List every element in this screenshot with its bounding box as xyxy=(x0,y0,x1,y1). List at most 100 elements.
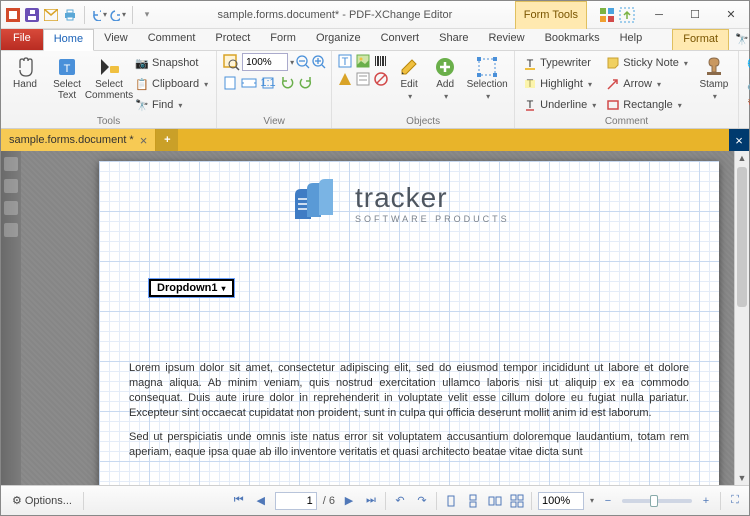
file-tab[interactable]: File xyxy=(1,29,43,50)
tab-form[interactable]: Form xyxy=(260,29,306,50)
scroll-down-icon[interactable]: ▼ xyxy=(735,471,749,485)
underline-button[interactable]: TUnderline xyxy=(520,95,599,115)
tab-share[interactable]: Share xyxy=(429,29,478,50)
tab-bookmarks[interactable]: Bookmarks xyxy=(535,29,610,50)
find-ribbon-button[interactable]: 🔭Find xyxy=(132,95,211,115)
zoom-dropdown-icon[interactable]: ▾ xyxy=(590,496,594,505)
rectangle-button[interactable]: Rectangle xyxy=(603,95,691,115)
zoom-out-icon[interactable] xyxy=(296,55,310,69)
fullscreen-icon[interactable]: ⛶ xyxy=(727,493,743,509)
zoom-slider-knob[interactable] xyxy=(650,495,658,507)
edit-image-icon[interactable] xyxy=(355,53,371,69)
zoom-dropdown-icon[interactable]: ▾ xyxy=(290,58,294,67)
pane-icon[interactable] xyxy=(4,179,18,193)
close-button[interactable]: ✕ xyxy=(713,1,749,29)
group-objects: T Edit Add Selection Objects xyxy=(332,51,515,128)
zoom-in-icon[interactable] xyxy=(312,55,326,69)
layout-facing-cont-icon[interactable] xyxy=(509,493,525,509)
prev-view-icon[interactable]: ↶ xyxy=(392,493,408,509)
zoom-input[interactable] xyxy=(242,53,288,71)
layout-single-icon[interactable] xyxy=(443,493,459,509)
mail-icon[interactable] xyxy=(43,7,59,23)
first-page-icon[interactable]: ⏮ xyxy=(231,493,247,509)
create-link-button[interactable]: 🔗Create Link xyxy=(744,74,750,94)
scroll-thumb[interactable] xyxy=(737,167,747,307)
underline-icon: T xyxy=(523,98,537,112)
document-tab[interactable]: sample.forms.document *× xyxy=(1,129,156,151)
clipboard-button[interactable]: 📋Clipboard xyxy=(132,74,211,94)
next-view-icon[interactable]: ↷ xyxy=(414,493,430,509)
next-page-icon[interactable]: ▶ xyxy=(341,493,357,509)
zoom-box[interactable] xyxy=(538,492,584,510)
scroll-up-icon[interactable]: ▲ xyxy=(735,151,749,165)
new-tab-button[interactable]: + xyxy=(156,129,178,151)
navigation-pane[interactable] xyxy=(1,151,21,485)
add-bookmark-button[interactable]: 🔖Add Bookmark xyxy=(744,95,750,115)
logo-mark-icon xyxy=(289,179,345,227)
edit-form-icon[interactable] xyxy=(355,71,371,87)
edit-annotation-icon[interactable] xyxy=(373,71,389,87)
edit-button[interactable]: Edit xyxy=(393,53,425,103)
zoom-in-status-icon[interactable]: + xyxy=(698,493,714,509)
ui-options-icon[interactable] xyxy=(599,7,615,23)
find-button[interactable]: 🔭Find... xyxy=(729,30,750,49)
save-icon[interactable] xyxy=(24,7,40,23)
stamp-button[interactable]: Stamp xyxy=(695,53,733,103)
edit-text-icon[interactable]: T xyxy=(337,53,353,69)
layout-continuous-icon[interactable] xyxy=(465,493,481,509)
snapshot-button[interactable]: 📷Snapshot xyxy=(132,53,211,73)
svg-text:T: T xyxy=(64,63,71,75)
options-button[interactable]: ⚙Options... xyxy=(7,492,77,509)
edit-shape-icon[interactable] xyxy=(337,71,353,87)
pane-icon[interactable] xyxy=(4,223,18,237)
ribbon-tabs: File Home View Comment Protect Form Orga… xyxy=(1,29,749,51)
tab-protect[interactable]: Protect xyxy=(205,29,260,50)
vertical-scrollbar[interactable]: ▲ ▼ xyxy=(734,151,749,485)
tab-review[interactable]: Review xyxy=(478,29,534,50)
tab-home[interactable]: Home xyxy=(43,29,94,51)
launch-icon[interactable] xyxy=(619,7,635,23)
layout-facing-icon[interactable] xyxy=(487,493,503,509)
fit-page-icon[interactable] xyxy=(222,75,238,91)
prev-page-icon[interactable]: ◀ xyxy=(253,493,269,509)
zoom-slider[interactable] xyxy=(622,499,692,503)
select-text-tool[interactable]: TSelect Text xyxy=(48,53,86,103)
qat-customize-icon[interactable]: ▾ xyxy=(139,7,155,23)
tab-comment[interactable]: Comment xyxy=(138,29,206,50)
close-tab-icon[interactable]: × xyxy=(140,133,148,148)
typewriter-button[interactable]: TTypewriter xyxy=(520,53,599,73)
actual-size-icon[interactable]: 1:1 xyxy=(260,75,276,91)
redo-icon[interactable] xyxy=(110,7,126,23)
group-view-label: View xyxy=(222,115,326,127)
form-dropdown-field[interactable]: Dropdown1 xyxy=(149,279,234,297)
fit-width-icon[interactable] xyxy=(241,75,257,91)
sticky-note-button[interactable]: Sticky Note xyxy=(603,53,691,73)
select-comments-tool[interactable]: Select Comments xyxy=(90,53,128,103)
tab-convert[interactable]: Convert xyxy=(371,29,430,50)
undo-icon[interactable] xyxy=(91,7,107,23)
pane-icon[interactable] xyxy=(4,157,18,171)
page-input[interactable] xyxy=(275,492,317,510)
tab-view[interactable]: View xyxy=(94,29,138,50)
maximize-button[interactable]: ☐ xyxy=(677,1,713,29)
rotate-ccw-icon[interactable] xyxy=(279,75,295,91)
tab-bar-close-icon[interactable]: × xyxy=(729,129,749,151)
tab-help[interactable]: Help xyxy=(610,29,653,50)
quick-access: ▾ xyxy=(1,6,155,24)
selection-button[interactable]: Selection xyxy=(465,53,509,103)
tab-format[interactable]: Format xyxy=(672,29,729,50)
print-icon[interactable] xyxy=(62,7,78,23)
edit-barcode-icon[interactable] xyxy=(373,53,389,69)
tab-organize[interactable]: Organize xyxy=(306,29,371,50)
pane-icon[interactable] xyxy=(4,201,18,215)
add-button[interactable]: Add xyxy=(429,53,461,103)
zoom-out-status-icon[interactable]: − xyxy=(600,493,616,509)
web-links-button[interactable]: 🌐Web Links xyxy=(744,53,750,73)
minimize-button[interactable]: ─ xyxy=(641,1,677,29)
last-page-icon[interactable]: ⏭ xyxy=(363,493,379,509)
highlight-button[interactable]: THighlight xyxy=(520,74,599,94)
arrow-button[interactable]: Arrow xyxy=(603,74,691,94)
zoom-tool-icon[interactable] xyxy=(222,53,240,71)
hand-tool[interactable]: Hand xyxy=(6,53,44,93)
rotate-cw-icon[interactable] xyxy=(298,75,314,91)
